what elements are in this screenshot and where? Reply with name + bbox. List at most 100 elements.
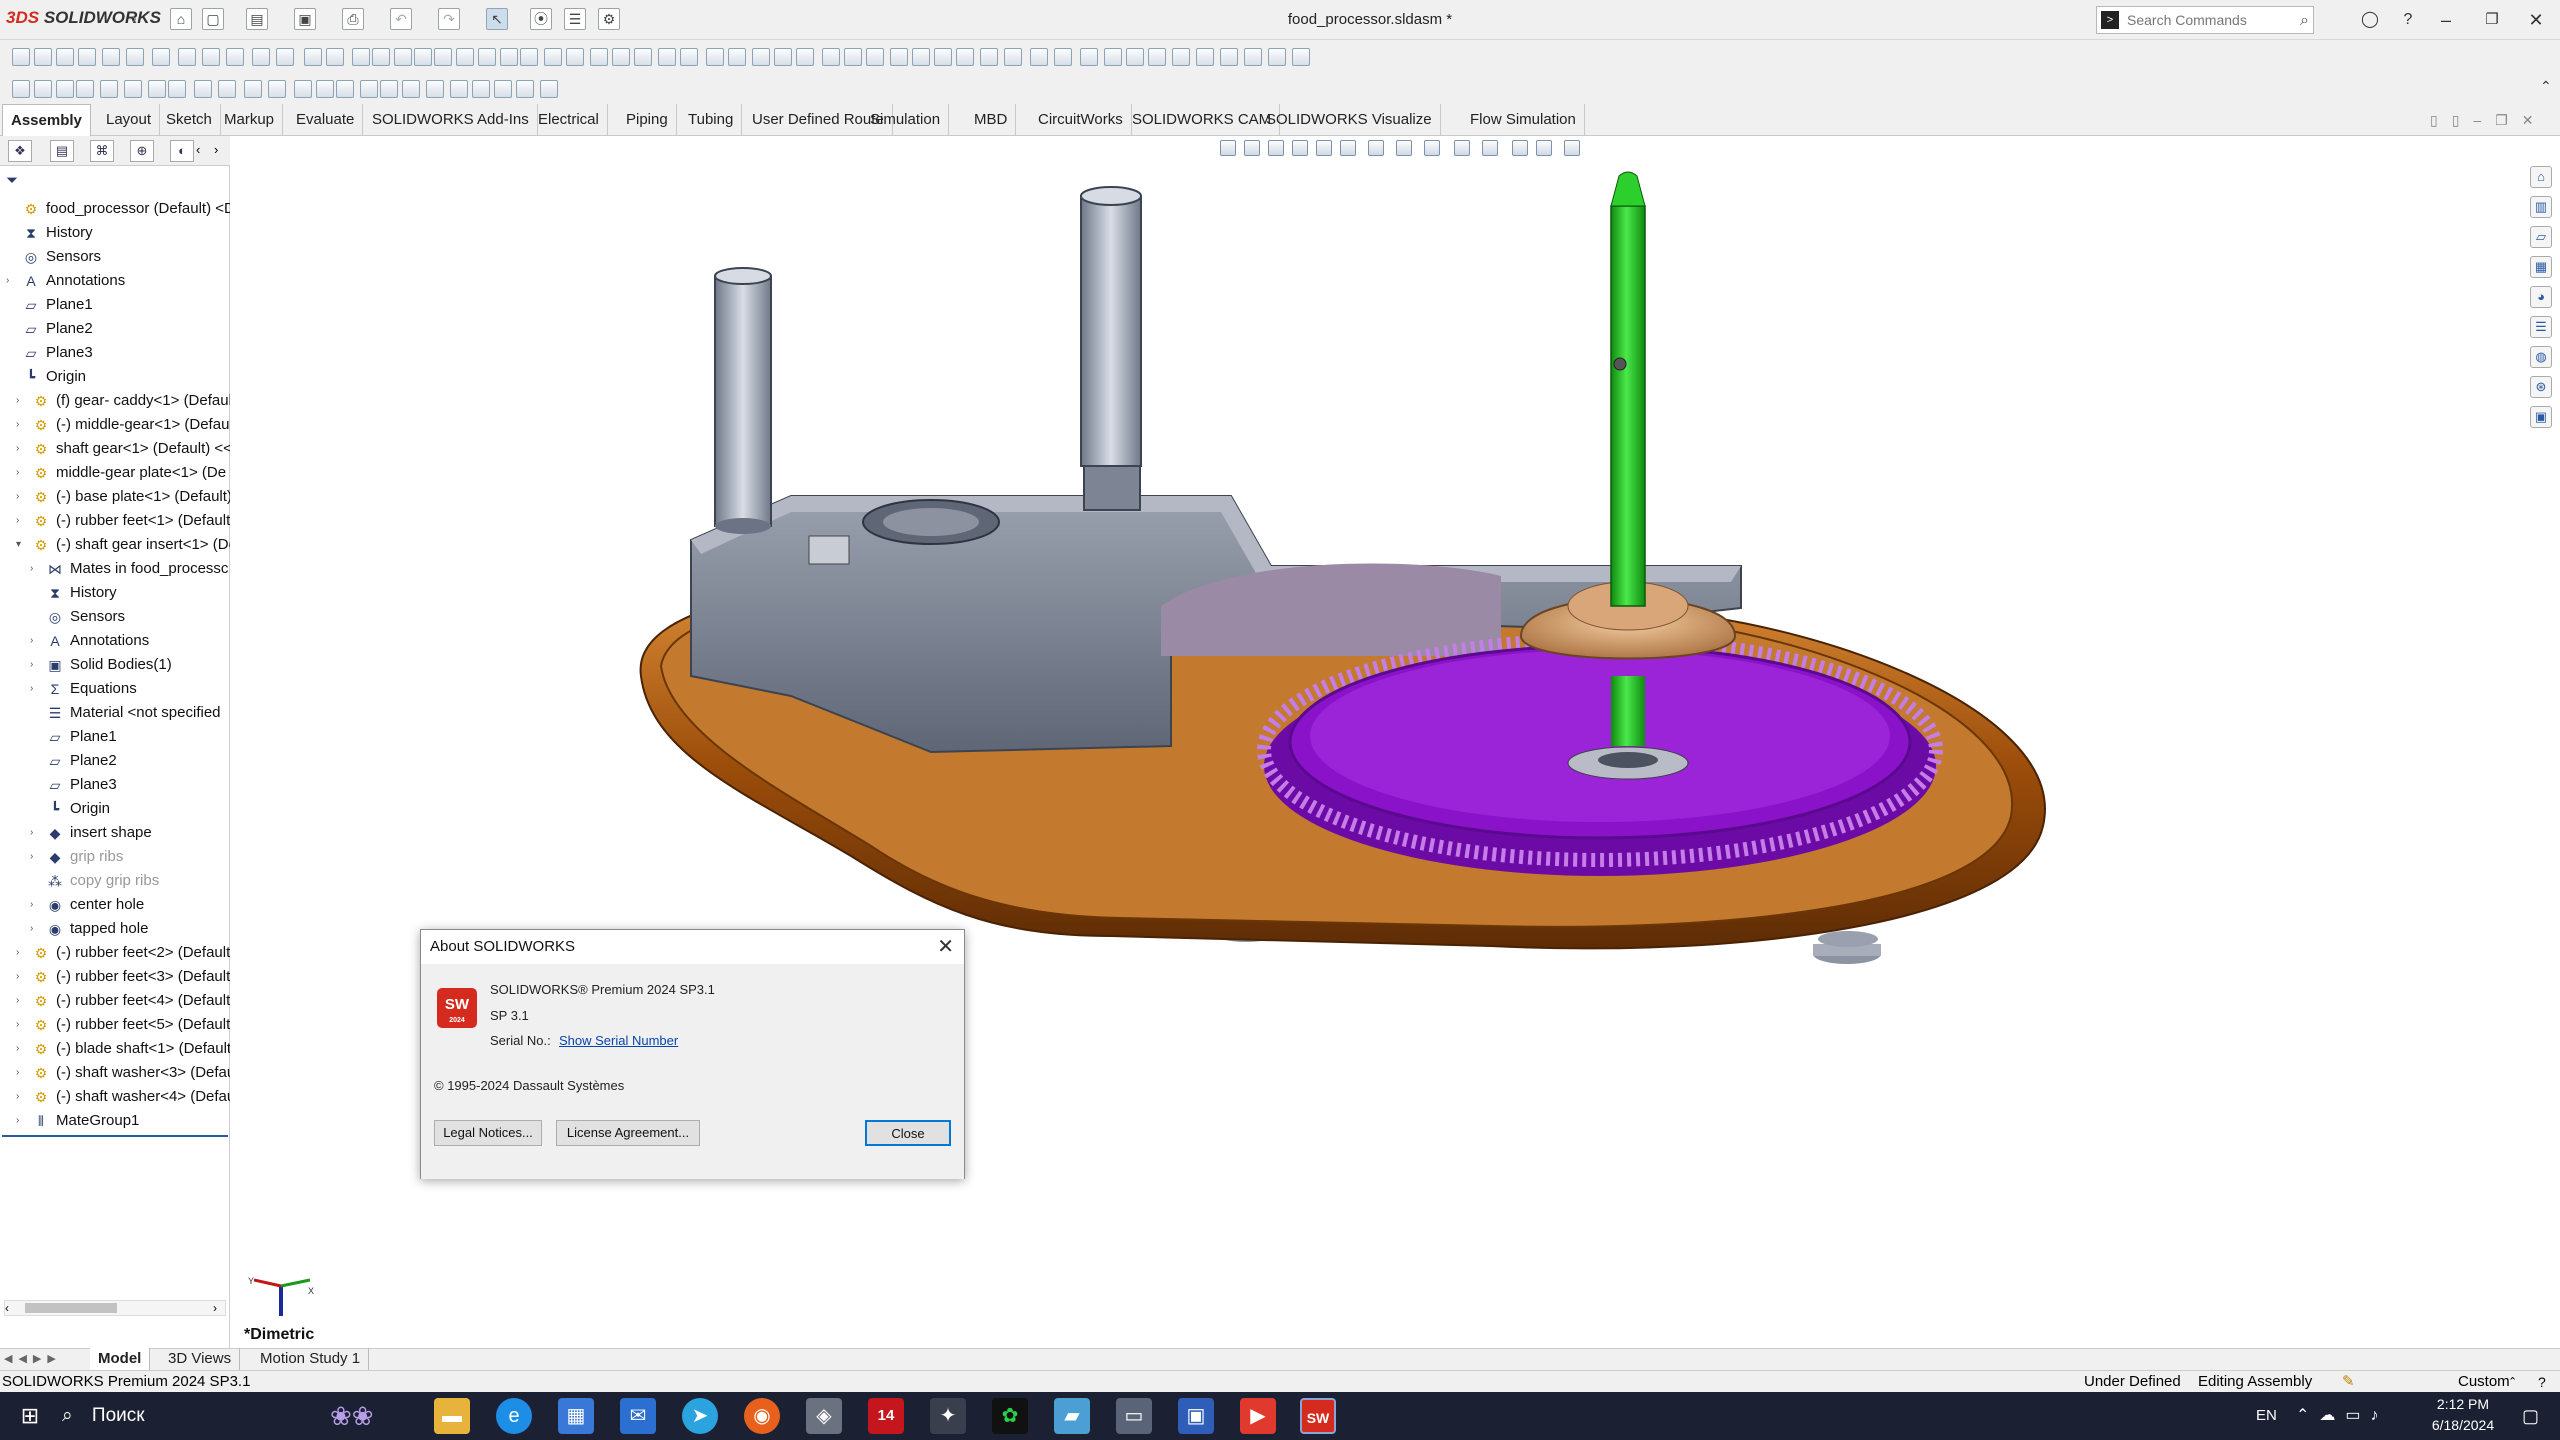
minimize-button[interactable]: – (2430, 4, 2462, 36)
expand-arrow-icon[interactable]: › (16, 1037, 28, 1061)
custom-properties-icon[interactable]: ☰ (2530, 316, 2552, 338)
tree-item[interactable]: › ⚙ (-) rubber feet<3> (Default (4, 965, 230, 989)
bottom-tab-3d-views[interactable]: 3D Views (160, 1348, 241, 1370)
scroll-right-icon[interactable]: › (213, 1302, 217, 1314)
standard-command-icon[interactable] (450, 80, 468, 98)
windows-start-icon[interactable]: ⊞ (12, 1398, 48, 1434)
save-icon[interactable]: ▣ (294, 8, 316, 30)
assembly-command-icon[interactable] (680, 48, 698, 66)
tab-mbd[interactable]: MBD (966, 104, 1017, 136)
tree-item[interactable]: › ⚙ (-) base plate<1> (Default) (4, 485, 230, 509)
tab-layout[interactable]: Layout (98, 104, 161, 136)
app-taskbar-icon[interactable]: ✦ (930, 1398, 966, 1434)
traffic-light-icon[interactable]: ⦿ (530, 8, 552, 30)
tree-item[interactable]: › ▣ Solid Bodies(1) (4, 653, 230, 677)
assembly-command-icon[interactable] (520, 48, 538, 66)
edit-appearance-icon[interactable] (1424, 140, 1440, 156)
assembly-command-icon[interactable] (706, 48, 724, 66)
assembly-command-icon[interactable] (456, 48, 474, 66)
tab-tubing[interactable]: Tubing (680, 104, 743, 136)
assembly-command-icon[interactable] (1196, 48, 1214, 66)
store-taskbar-icon[interactable]: ▦ (558, 1398, 594, 1434)
search-icon[interactable]: ⌕ (2300, 8, 2309, 34)
assembly-command-icon[interactable] (890, 48, 908, 66)
tree-item[interactable]: ⚙ food_processor (Default) <Def (4, 197, 230, 221)
hide-show-icon[interactable] (1396, 140, 1412, 156)
expand-arrow-icon[interactable]: › (16, 1061, 28, 1085)
resources-home-icon[interactable]: ⌂ (2530, 166, 2552, 188)
assembly-command-icon[interactable] (1030, 48, 1048, 66)
assembly-command-icon[interactable] (1080, 48, 1098, 66)
tab-piping[interactable]: Piping (618, 104, 677, 136)
tree-horizontal-scrollbar[interactable]: ‹ › (4, 1300, 226, 1316)
standard-command-icon[interactable] (168, 80, 186, 98)
tab-scroll-left-icon[interactable]: ‹ (196, 142, 200, 157)
expand-arrow-icon[interactable]: › (16, 461, 28, 485)
calendar-taskbar-icon[interactable]: 14 (868, 1398, 904, 1434)
assembly-command-icon[interactable] (1220, 48, 1238, 66)
system-tray-icons[interactable]: ⌃☁▭♪ (2296, 1392, 2389, 1440)
solidworks-forum-icon[interactable]: ◍ (2530, 346, 2552, 368)
assembly-command-icon[interactable] (1054, 48, 1072, 66)
property-manager-tab-icon[interactable]: ▤ (50, 140, 74, 162)
tab-solidworks-visualize[interactable]: SOLIDWORKS Visualize (1258, 104, 1441, 136)
taskbar-clock[interactable]: 2:12 PM 6/18/2024 (2408, 1394, 2518, 1436)
assembly-command-icon[interactable] (866, 48, 884, 66)
tree-item[interactable]: ▱ Plane3 (4, 773, 230, 797)
standard-command-icon[interactable] (540, 80, 558, 98)
home-icon[interactable]: ⌂ (170, 8, 192, 30)
expand-arrow-icon[interactable]: › (30, 821, 42, 845)
assembly-command-icon[interactable] (912, 48, 930, 66)
assembly-command-icon[interactable] (566, 48, 584, 66)
tab-circuitworks[interactable]: CircuitWorks (1030, 104, 1132, 136)
tree-item[interactable]: › ⚙ (-) shaft washer<4> (Defau (4, 1085, 230, 1109)
tool-taskbar-icon[interactable]: ▭ (1116, 1398, 1152, 1434)
assembly-command-icon[interactable] (276, 48, 294, 66)
assembly-command-icon[interactable] (590, 48, 608, 66)
assembly-command-icon[interactable] (394, 48, 412, 66)
standard-command-icon[interactable] (194, 80, 212, 98)
tab-solidworks-cam[interactable]: SOLIDWORKS CAM (1124, 104, 1281, 136)
expand-arrow-icon[interactable]: › (30, 677, 42, 701)
expand-arrow-icon[interactable]: › (16, 1085, 28, 1109)
open-icon[interactable]: ▤ (246, 8, 268, 30)
standard-command-icon[interactable] (402, 80, 420, 98)
edge-taskbar-icon[interactable]: e (496, 1398, 532, 1434)
standard-command-icon[interactable] (218, 80, 236, 98)
assembly-command-icon[interactable] (372, 48, 390, 66)
assembly-command-icon[interactable] (34, 48, 52, 66)
standard-command-icon[interactable] (426, 80, 444, 98)
view-settings-icon[interactable] (1482, 140, 1498, 156)
tree-item[interactable]: ▱ Plane2 (4, 317, 230, 341)
license-agreement-button[interactable]: License Agreement... (556, 1120, 700, 1146)
assembly-command-icon[interactable] (414, 48, 432, 66)
tree-item[interactable]: › ⚙ (-) rubber feet<1> (Default (4, 509, 230, 533)
assembly-command-icon[interactable] (1268, 48, 1286, 66)
expand-arrow-icon[interactable]: › (16, 485, 28, 509)
display-manager-tab-icon[interactable]: ◐ (170, 140, 194, 162)
tree-item[interactable]: ▱ Plane2 (4, 749, 230, 773)
display-style-icon[interactable] (1368, 140, 1384, 156)
assembly-command-icon[interactable] (634, 48, 652, 66)
tree-item[interactable]: › ⚙ (-) blade shaft<1> (Default (4, 1037, 230, 1061)
tab-sketch[interactable]: Sketch (158, 104, 221, 136)
assembly-command-icon[interactable] (728, 48, 746, 66)
tab-electrical[interactable]: Electrical (530, 104, 608, 136)
standard-command-icon[interactable] (316, 80, 334, 98)
menu-expand-icon[interactable]: › (132, 10, 137, 26)
viewport-window-controls[interactable]: ▯▯–❐✕ (2430, 112, 2547, 129)
standard-command-icon[interactable] (76, 80, 94, 98)
standard-command-icon[interactable] (56, 80, 74, 98)
tab-solidworks-add-ins[interactable]: SOLIDWORKS Add-Ins (364, 104, 538, 136)
assembly-command-icon[interactable] (78, 48, 96, 66)
apply-scene-icon[interactable] (1454, 140, 1470, 156)
assembly-command-icon[interactable] (1292, 48, 1310, 66)
section-view-icon[interactable] (1292, 140, 1308, 156)
tree-item[interactable]: › Σ Equations (4, 677, 230, 701)
tree-item[interactable]: › ◆ grip ribs (4, 845, 230, 869)
expand-arrow-icon[interactable]: › (16, 1109, 28, 1133)
tree-item[interactable]: ▱ Plane3 (4, 341, 230, 365)
tab-flow-simulation[interactable]: Flow Simulation (1462, 104, 1585, 136)
help-status-icon[interactable]: ? (2538, 1371, 2546, 1393)
tree-item[interactable]: ☰ Material <not specified (4, 701, 230, 725)
